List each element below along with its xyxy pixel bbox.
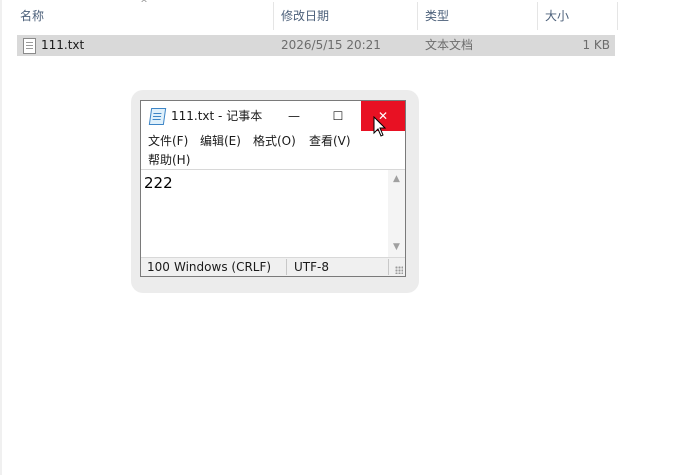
notepad-statusbar: 100 Windows (CRLF) UTF-8	[141, 257, 405, 276]
column-divider[interactable]	[417, 2, 418, 30]
column-header-size[interactable]: 大小	[545, 0, 569, 32]
text-file-icon	[23, 38, 36, 54]
column-divider[interactable]	[537, 2, 538, 30]
notepad-text-area[interactable]: 222 ▲ ▼	[141, 169, 405, 257]
file-list-header: ^ 名称 修改日期 类型 大小	[0, 0, 677, 32]
menu-file[interactable]: 文件(F)	[148, 132, 188, 150]
column-divider[interactable]	[617, 2, 618, 30]
status-line-ending: Windows (CRLF)	[174, 260, 272, 274]
column-divider[interactable]	[273, 2, 274, 30]
file-size: 1 KB	[582, 38, 610, 52]
column-header-modified[interactable]: 修改日期	[281, 0, 329, 32]
vertical-scrollbar[interactable]: ▲ ▼	[388, 170, 405, 257]
notepad-titlebar[interactable]: 111.txt - 记事本 — ☐ ✕	[141, 101, 405, 131]
notepad-app-icon	[148, 108, 167, 125]
status-zoom: 100	[147, 260, 169, 274]
file-type: 文本文档	[425, 38, 474, 52]
menu-help[interactable]: 帮助(H)	[148, 151, 190, 169]
scroll-down-icon[interactable]: ▼	[388, 239, 405, 256]
column-header-name[interactable]: 名称	[20, 0, 44, 32]
window-left-edge	[0, 0, 2, 475]
file-modified: 2026/5/15 20:21	[281, 38, 381, 52]
sort-ascending-icon: ^	[140, 0, 148, 9]
menu-format[interactable]: 格式(O)	[253, 132, 296, 150]
notepad-content[interactable]: 222	[144, 174, 173, 192]
notepad-menubar: 文件(F) 编辑(E) 格式(O) 查看(V) 帮助(H)	[141, 131, 405, 169]
resize-grip-icon[interactable]	[395, 266, 403, 274]
menu-view[interactable]: 查看(V)	[309, 132, 351, 150]
mouse-cursor-icon	[373, 116, 387, 137]
file-name: 111.txt	[41, 38, 85, 52]
notepad-window[interactable]: 111.txt - 记事本 — ☐ ✕ 文件(F) 编辑(E) 格式(O) 查看…	[140, 100, 406, 277]
status-encoding: UTF-8	[294, 260, 329, 274]
notepad-title: 111.txt - 记事本	[171, 109, 263, 123]
column-header-type[interactable]: 类型	[425, 0, 449, 32]
minimize-button[interactable]: —	[272, 101, 316, 131]
maximize-button[interactable]: ☐	[316, 101, 360, 131]
status-divider	[388, 259, 389, 275]
file-row[interactable]: 111.txt 2026/5/15 20:21 文本文档 1 KB	[17, 35, 615, 56]
menu-edit[interactable]: 编辑(E)	[200, 132, 241, 150]
scroll-up-icon[interactable]: ▲	[388, 171, 405, 188]
status-divider	[286, 259, 287, 275]
